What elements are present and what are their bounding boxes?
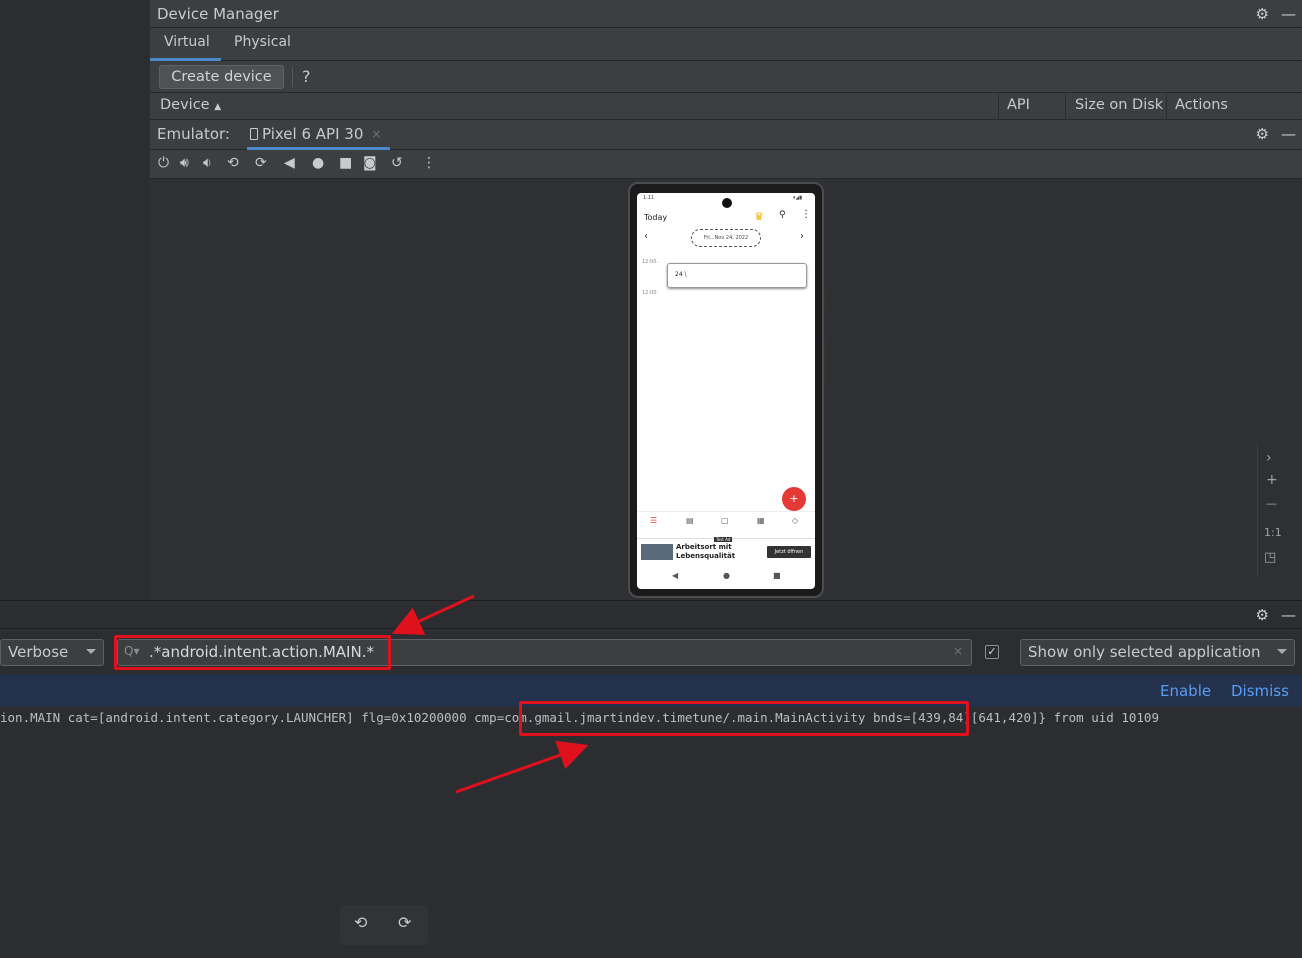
floating-toolbar: ⟲ ⟳ — [340, 905, 428, 945]
rotate-left-icon[interactable]: ⟲ — [354, 913, 367, 932]
arrow-to-component — [455, 740, 589, 794]
annotation-arrows — [391, 594, 589, 794]
arrow-to-filter — [391, 594, 475, 635]
rotate-right-icon[interactable]: ⟳ — [398, 913, 411, 932]
